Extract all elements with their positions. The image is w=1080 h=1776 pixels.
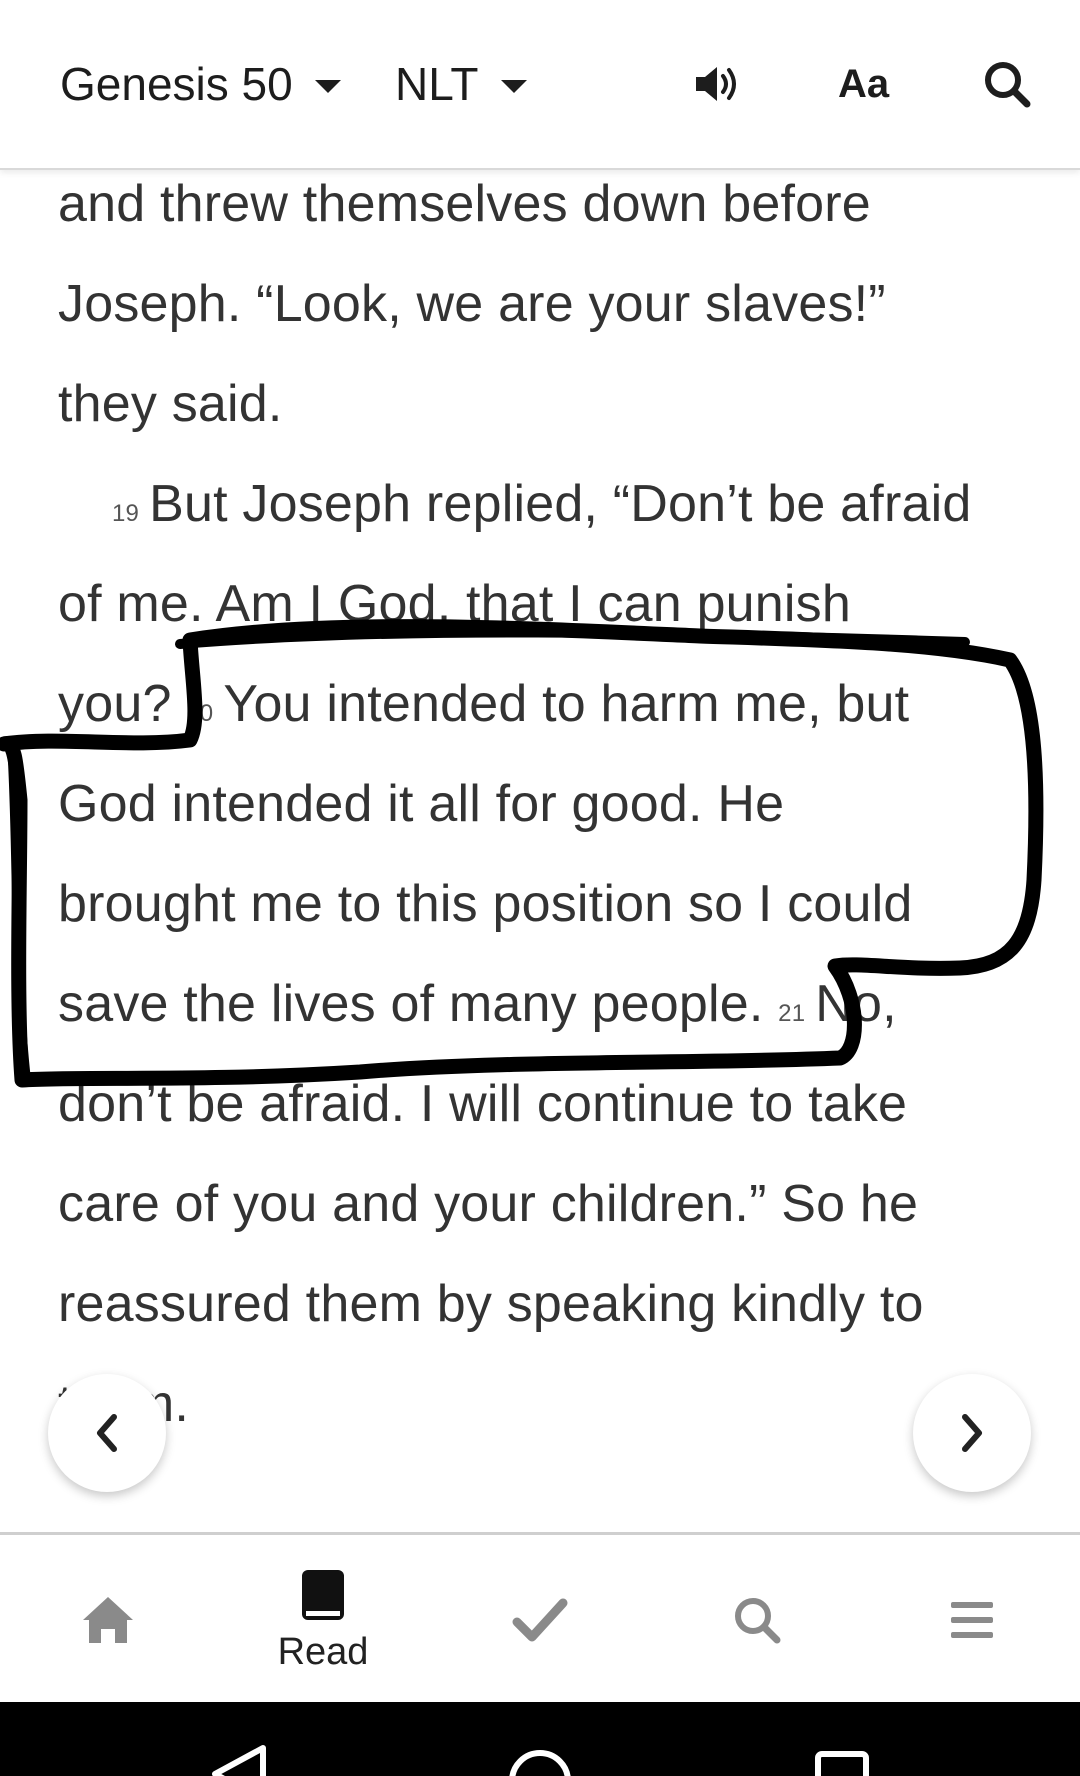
reader-content[interactable]: and threw themselves down before Joseph.… — [0, 168, 1080, 1532]
chevron-down-icon — [314, 79, 341, 93]
verse-number: 20 — [186, 700, 214, 727]
font-settings-button[interactable]: Aa — [838, 52, 889, 116]
text-line: brought me to this position so I could — [58, 875, 913, 933]
hamburger-menu-icon — [951, 1602, 993, 1638]
text-line: 19 But Joseph replied, “Don’t be afraid — [112, 475, 972, 533]
version-selector[interactable]: NLT — [395, 52, 527, 116]
audio-button[interactable] — [692, 52, 752, 116]
speaker-icon — [696, 67, 736, 101]
chevron-right-icon — [962, 1414, 982, 1452]
search-button[interactable] — [982, 52, 1038, 116]
chevron-down-icon — [500, 79, 527, 93]
home-circle-icon[interactable] — [505, 1746, 575, 1776]
checkmark-icon — [512, 1598, 568, 1642]
search-icon — [735, 1598, 781, 1644]
book-chapter-label: Genesis 50 — [60, 58, 293, 110]
text-line: save the lives of many people. 21 No, — [58, 975, 897, 1033]
nav-read-label: Read — [277, 1630, 369, 1673]
text-line: and threw themselves down before — [58, 175, 871, 233]
previous-chapter-button[interactable] — [48, 1374, 166, 1492]
nav-more[interactable] — [902, 1535, 1042, 1705]
recents-square-icon[interactable] — [812, 1748, 872, 1776]
verse-number: 21 — [778, 1000, 806, 1027]
text-line: they said. — [58, 375, 283, 433]
nav-plans[interactable] — [470, 1535, 610, 1705]
chevron-left-icon — [97, 1414, 117, 1452]
book-chapter-selector[interactable]: Genesis 50 — [60, 52, 341, 116]
bottom-navigation: Read — [0, 1532, 1080, 1705]
text-line: you? 20 You intended to harm me, but — [58, 675, 910, 733]
nav-read[interactable]: Read — [253, 1535, 393, 1705]
home-icon — [83, 1597, 133, 1643]
back-triangle-icon[interactable] — [205, 1744, 275, 1776]
nav-home[interactable] — [38, 1535, 178, 1705]
verse-number: 19 — [112, 500, 140, 527]
next-chapter-button[interactable] — [913, 1374, 1031, 1492]
text-line: God intended it all for good. He — [58, 775, 785, 833]
version-label: NLT — [395, 58, 479, 110]
text-line: of me. Am I God, that I can punish — [58, 575, 851, 633]
system-navigation-bar — [0, 1702, 1080, 1776]
search-icon — [985, 62, 1031, 108]
nav-search[interactable] — [687, 1535, 827, 1705]
text-line: don’t be afraid. I will continue to take — [58, 1075, 908, 1133]
text-line: reassured them by speaking kindly to — [58, 1275, 924, 1333]
text-line: Joseph. “Look, we are your slaves!” — [58, 275, 886, 333]
top-bar: Genesis 50 NLT Aa — [0, 0, 1080, 170]
text-line: care of you and your children.” So he — [58, 1175, 919, 1233]
font-settings-label: Aa — [838, 61, 890, 106]
bible-book-icon — [302, 1569, 344, 1620]
